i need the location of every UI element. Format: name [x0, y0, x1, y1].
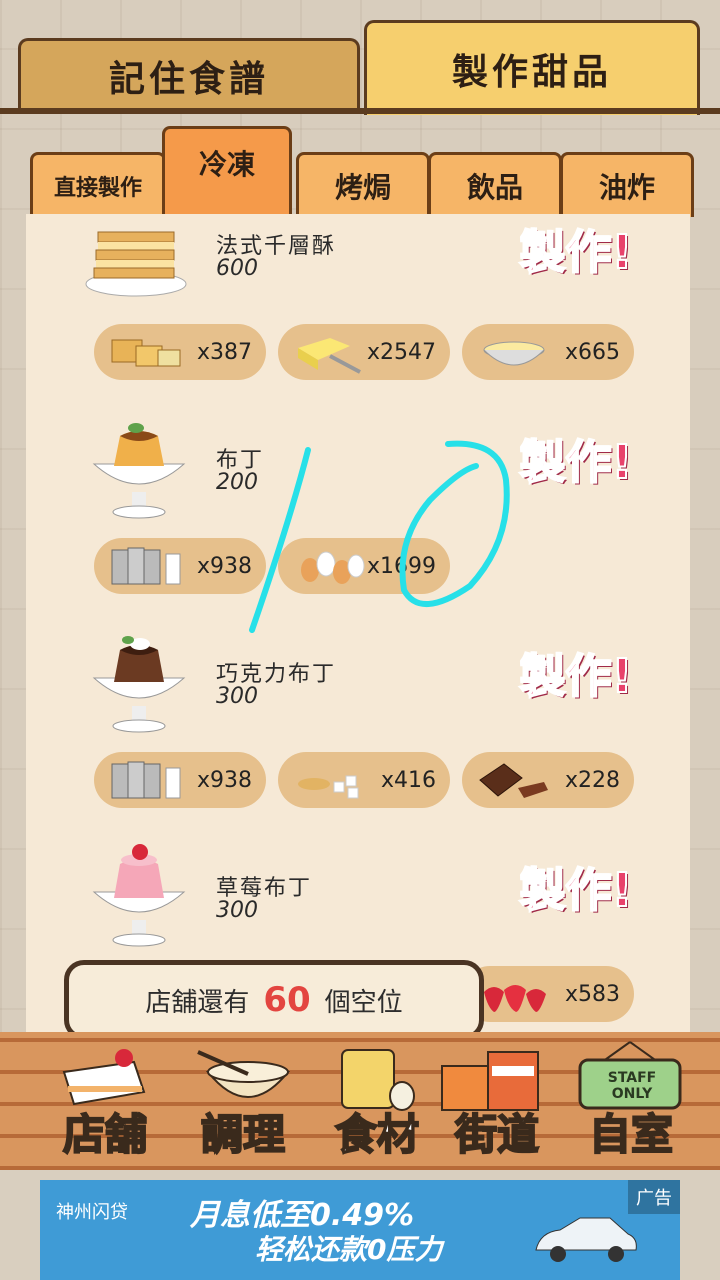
subtab-frozen[interactable]: 冷凍 — [162, 126, 292, 216]
nav-label: 街道 — [454, 1109, 540, 1160]
nav-ingredients[interactable]: 食材 — [312, 1036, 442, 1168]
nav-cook[interactable]: 調理 — [178, 1036, 308, 1168]
recipe-price: 300 — [216, 898, 258, 923]
nav-my-room[interactable]: STAFF ONLY 自室 — [566, 1036, 696, 1168]
tab-divider — [0, 108, 720, 114]
ingredient-pill: x416 — [278, 752, 450, 808]
ingredient-pill: x1699 — [278, 538, 450, 594]
milk-icon — [111, 761, 181, 799]
cream-bowl-icon — [483, 341, 545, 366]
ingredient-pill: x938 — [94, 538, 266, 594]
ingredient-qty: x2547 — [366, 339, 436, 365]
ingredient-qty: x416 — [380, 767, 436, 793]
ingredient-qty: x665 — [564, 339, 620, 365]
subtab-direct[interactable]: 直接製作 — [30, 152, 166, 217]
ingredient-pill: x665 — [462, 324, 634, 380]
ad-line2: 轻松还款0压力 — [255, 1233, 443, 1266]
nav-label: 自室 — [588, 1109, 674, 1160]
subtab-drinks[interactable]: 飲品 — [428, 152, 562, 217]
pastry-sheet-icon — [111, 339, 181, 367]
egg-icon — [301, 551, 365, 584]
ingredient-qty: x583 — [564, 981, 620, 1007]
strawberry-pudding-icon — [92, 844, 186, 947]
ingredient-pill: x583 — [462, 966, 634, 1022]
ingredient-pill: x228 — [462, 752, 634, 808]
ingredient-qty: x228 — [564, 767, 620, 793]
ingredient-qty: x938 — [196, 767, 252, 793]
milk-icon — [111, 547, 181, 585]
tab-remember-recipes[interactable]: 記住食譜 — [18, 38, 360, 111]
chocolate-icon — [479, 763, 548, 798]
nav-street[interactable]: 街道 — [432, 1036, 562, 1168]
make-button[interactable]: 製作! — [506, 638, 646, 708]
recipe-price: 200 — [216, 470, 258, 495]
ingredient-qty: x387 — [196, 339, 252, 365]
make-button[interactable]: 製作! — [506, 214, 646, 284]
subtab-fried[interactable]: 油炸 — [560, 152, 694, 217]
nav-label: 調理 — [200, 1109, 286, 1160]
strawberry-icon — [484, 985, 546, 1012]
mille-feuille-icon — [85, 231, 187, 297]
tab-make-dessert[interactable]: 製作甜品 — [364, 20, 700, 115]
recipe-list[interactable]: 法式千層酥 600 製作! x387 x2547 x665 布丁 200 製作!… — [26, 214, 690, 1044]
ingredient-pill: x938 — [94, 752, 266, 808]
shop-slots-status: 店舖還有 60 個空位 — [64, 960, 484, 1040]
nav-label: 食材 — [334, 1109, 420, 1160]
status-suffix: 個空位 — [324, 987, 403, 1018]
subtab-bake[interactable]: 烤焗 — [296, 152, 430, 217]
staff-only-sign-text: STAFF ONLY — [607, 1070, 657, 1102]
make-button[interactable]: 製作! — [506, 424, 646, 494]
nav-label: 店舖 — [62, 1109, 148, 1160]
butter-icon — [298, 338, 361, 374]
ingredient-qty: x938 — [196, 553, 252, 579]
ingredient-qty: x1699 — [366, 553, 436, 579]
recipe-price: 600 — [216, 256, 258, 281]
sugar-icon — [298, 775, 359, 799]
pudding-icon — [92, 423, 186, 519]
car-icon — [535, 1217, 637, 1262]
chocolate-pudding-icon — [92, 636, 186, 733]
ad-banner[interactable]: 神州闪贷 月息低至0.49% 轻松还款0压力 广告 — [40, 1180, 680, 1280]
make-button[interactable]: 製作! — [506, 852, 646, 922]
ingredient-pill: x2547 — [278, 324, 450, 380]
status-count: 60 — [263, 980, 311, 1020]
ingredient-pill: x387 — [94, 324, 266, 380]
recipe-price: 300 — [216, 684, 258, 709]
status-prefix: 店舖還有 — [145, 987, 250, 1018]
ad-brand: 神州闪贷 — [56, 1202, 128, 1223]
nav-shop[interactable]: 店舖 — [40, 1036, 170, 1168]
